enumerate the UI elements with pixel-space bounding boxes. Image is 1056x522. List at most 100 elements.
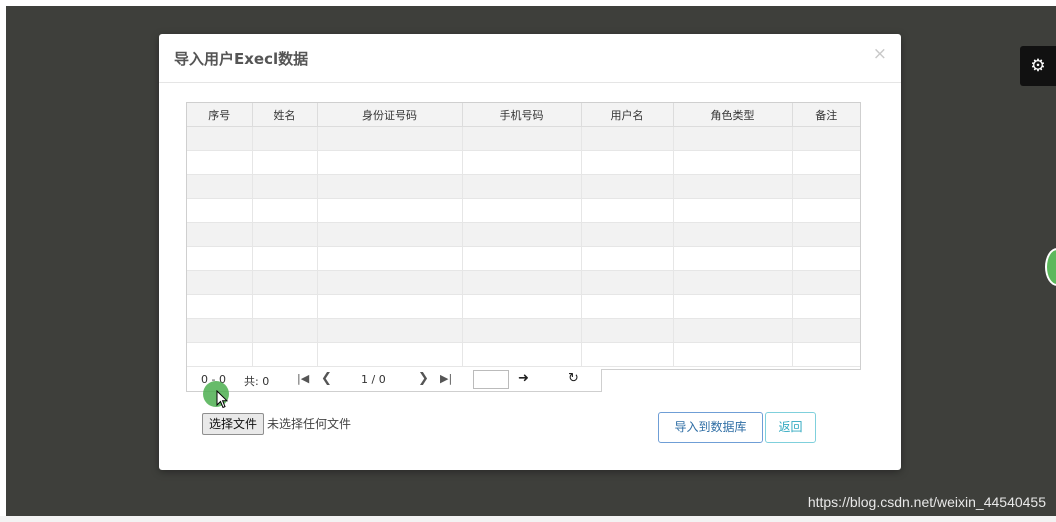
- mouse-cursor-icon: [216, 390, 228, 409]
- table-cell: [673, 222, 793, 247]
- table-cell: [673, 318, 793, 343]
- prev-page-icon[interactable]: ❮: [321, 371, 332, 386]
- table-cell: [252, 198, 318, 223]
- table-cell: [581, 342, 674, 367]
- table-cell: [462, 342, 582, 367]
- table-cell: [792, 294, 860, 319]
- table-cell: [581, 270, 674, 295]
- table-cell: [462, 222, 582, 247]
- settings-button[interactable]: ⚙: [1020, 46, 1056, 86]
- table-row: [187, 342, 860, 367]
- table-cell: [462, 318, 582, 343]
- table-cell: [187, 174, 253, 199]
- last-page-icon[interactable]: ▶|: [440, 372, 452, 385]
- table-cell: [462, 174, 582, 199]
- import-excel-modal: 导入用户Execl数据 × 序号 姓名 身份证号码 手机号码 用户名 角色类型 …: [159, 34, 901, 470]
- table-cell: [673, 126, 793, 151]
- page-number-input[interactable]: [473, 370, 509, 389]
- table-cell: [187, 222, 253, 247]
- file-status-text: 未选择任何文件: [267, 417, 352, 431]
- table-cell: [187, 294, 253, 319]
- back-button[interactable]: 返回: [765, 412, 816, 443]
- table-cell: [792, 270, 860, 295]
- table-cell: [252, 174, 318, 199]
- table-cell: [792, 318, 860, 343]
- import-to-database-button[interactable]: 导入到数据库: [658, 412, 763, 443]
- modal-title: 导入用户Execl数据: [174, 50, 309, 68]
- table-cell: [792, 246, 860, 271]
- user-table: 序号 姓名 身份证号码 手机号码 用户名 角色类型 备注: [187, 103, 860, 367]
- table-cell: [462, 126, 582, 151]
- table-row: [187, 150, 860, 175]
- table-row: [187, 126, 860, 151]
- first-page-icon[interactable]: |◀: [297, 372, 309, 385]
- table-cell: [187, 150, 253, 175]
- table-cell: [462, 246, 582, 271]
- table-cell: [581, 318, 674, 343]
- table-cell: [317, 342, 463, 367]
- table-cell: [673, 294, 793, 319]
- table-cell: [317, 198, 463, 223]
- table-cell: [317, 126, 463, 151]
- table-row: [187, 246, 860, 271]
- table-cell: [792, 198, 860, 223]
- table-header-row: 序号 姓名 身份证号码 手机号码 用户名 角色类型 备注: [187, 103, 860, 127]
- table-cell: [317, 246, 463, 271]
- next-page-icon[interactable]: ❯: [418, 371, 429, 386]
- table-cell: [187, 126, 253, 151]
- table-cell: [792, 174, 860, 199]
- table-cell: [187, 318, 253, 343]
- table-cell: [252, 222, 318, 247]
- table-cell: [581, 246, 674, 271]
- column-header-phone[interactable]: 手机号码: [462, 103, 582, 127]
- table-row: [187, 270, 860, 295]
- table-cell: [792, 222, 860, 247]
- column-header-username[interactable]: 用户名: [581, 103, 674, 127]
- table-cell: [187, 246, 253, 271]
- table-cell: [792, 126, 860, 151]
- bottom-strip: [0, 516, 1056, 522]
- close-icon[interactable]: ×: [873, 46, 887, 63]
- table-cell: [187, 270, 253, 295]
- table-cell: [252, 246, 318, 271]
- table-cell: [252, 270, 318, 295]
- table-cell: [252, 342, 318, 367]
- table-cell: [581, 126, 674, 151]
- page-indicator: 1 / 0: [361, 373, 386, 386]
- table-cell: [252, 294, 318, 319]
- table-cell: [317, 270, 463, 295]
- table-cell: [673, 270, 793, 295]
- table-cell: [317, 318, 463, 343]
- go-arrow-icon[interactable]: ➜: [518, 371, 529, 386]
- table-cell: [581, 174, 674, 199]
- table-cell: [792, 342, 860, 367]
- table-cell: [462, 294, 582, 319]
- modal-header: 导入用户Execl数据 ×: [159, 34, 901, 83]
- column-header-name[interactable]: 姓名: [252, 103, 318, 127]
- table-cell: [792, 150, 860, 175]
- refresh-icon[interactable]: ↻: [568, 371, 579, 386]
- table-cell: [317, 150, 463, 175]
- table-cell: [317, 222, 463, 247]
- column-header-id-number[interactable]: 身份证号码: [317, 103, 463, 127]
- table-row: [187, 174, 860, 199]
- column-header-role-type[interactable]: 角色类型: [673, 103, 793, 127]
- column-header-index[interactable]: 序号: [187, 103, 253, 127]
- table-row: [187, 222, 860, 247]
- table-cell: [462, 198, 582, 223]
- table-cell: [187, 198, 253, 223]
- record-total: 共: 0: [244, 375, 270, 388]
- watermark-url: https://blog.csdn.net/weixin_44540455: [807, 494, 1046, 510]
- column-header-remark[interactable]: 备注: [792, 103, 860, 127]
- table-cell: [581, 198, 674, 223]
- table-cell: [317, 294, 463, 319]
- gear-icon: ⚙: [1030, 56, 1046, 76]
- choose-file-button[interactable]: 选择文件: [202, 413, 264, 435]
- table-cell: [581, 294, 674, 319]
- table-row: [187, 198, 860, 223]
- table-cell: [252, 318, 318, 343]
- table-cell: [581, 222, 674, 247]
- table-cell: [252, 126, 318, 151]
- table-row: [187, 294, 860, 319]
- table-cell: [673, 198, 793, 223]
